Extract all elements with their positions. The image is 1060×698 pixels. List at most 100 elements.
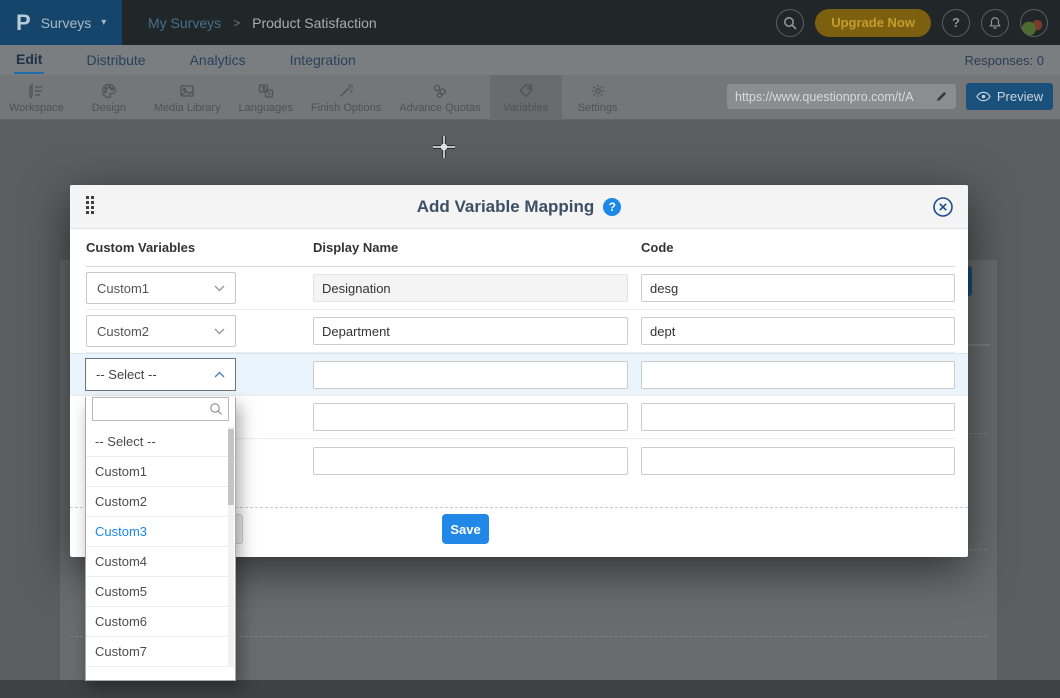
breadcrumb-separator-icon: > (233, 16, 240, 30)
toolbar-label: Variables (503, 102, 548, 114)
selected-value: Custom2 (97, 324, 149, 339)
survey-nav: Edit Distribute Analytics Integration Re… (0, 45, 1060, 75)
upgrade-now-button[interactable]: Upgrade Now (815, 9, 931, 37)
option-custom3[interactable]: Custom3 (86, 517, 235, 547)
toolbar-item-finish-options[interactable]: Finish Options (302, 75, 390, 120)
gear-icon (589, 82, 607, 100)
code-input-3[interactable] (641, 361, 955, 389)
display-name-input-5[interactable] (313, 447, 628, 475)
translate-icon: A (257, 82, 275, 100)
breadcrumb-my-surveys[interactable]: My Surveys (148, 15, 221, 31)
code-input-4[interactable] (641, 403, 955, 431)
close-icon[interactable] (932, 196, 954, 218)
toolbar-label: Settings (578, 102, 618, 114)
variable-select-1[interactable]: Custom1 (86, 272, 236, 304)
chevron-down-icon: ▾ (101, 17, 106, 28)
variable-select-3[interactable]: -- Select -- (85, 358, 236, 391)
display-name-input-3[interactable] (313, 361, 628, 389)
product-switcher[interactable]: P Surveys ▾ (0, 0, 122, 45)
dimmed-table-line (968, 344, 990, 346)
dropdown-search-box[interactable] (92, 397, 229, 421)
toolbar-label: Advance Quotas (399, 102, 480, 114)
breadcrumb-survey-name: Product Satisfaction (252, 15, 377, 31)
code-input-1[interactable] (641, 274, 955, 302)
code-input-5[interactable] (641, 447, 955, 475)
product-label: Surveys (41, 15, 92, 31)
notifications-button[interactable] (981, 9, 1009, 37)
search-icon (209, 402, 223, 416)
preview-label: Preview (997, 89, 1043, 104)
mapping-row-2: Custom2 (86, 310, 955, 353)
dropdown-search-input[interactable] (98, 402, 209, 416)
code-input-2[interactable] (641, 317, 955, 345)
top-bar-actions: Upgrade Now ? (776, 0, 1048, 45)
option-custom4[interactable]: Custom4 (86, 547, 235, 577)
col-code: Code (641, 240, 674, 255)
option-select[interactable]: -- Select -- (86, 427, 235, 457)
toolbar-item-workspace[interactable]: Workspace (0, 75, 73, 120)
option-custom2[interactable]: Custom2 (86, 487, 235, 517)
add-variable-mapping-modal: Add Variable Mapping ? Custom Variables … (70, 185, 968, 557)
toolbar-item-media-library[interactable]: Media Library (145, 75, 230, 120)
pencil-icon[interactable] (935, 90, 948, 103)
search-button[interactable] (776, 9, 804, 37)
save-button[interactable]: Save (442, 514, 489, 544)
selected-value: Custom1 (97, 281, 149, 296)
toolbar-item-settings[interactable]: Settings (562, 75, 634, 120)
modal-title: Add Variable Mapping (417, 197, 595, 217)
display-name-input-2[interactable] (313, 317, 628, 345)
chevron-up-icon (214, 371, 225, 378)
survey-url-field[interactable]: https://www.questionpro.com/t/A (727, 84, 956, 109)
palette-icon (100, 82, 118, 100)
toolbar-item-advance-quotas[interactable]: Advance Quotas (390, 75, 489, 120)
workspace-icon (27, 82, 45, 100)
variable-select-3-open: -- Select -- -- Select -- Custom1 Custom… (85, 358, 236, 681)
option-custom5[interactable]: Custom5 (86, 577, 235, 607)
breadcrumb: My Surveys > Product Satisfaction (148, 0, 377, 45)
questionpro-app: P Surveys ▾ My Surveys > Product Satisfa… (0, 0, 1060, 698)
toolbar-item-design[interactable]: Design (73, 75, 145, 120)
modal-header: Add Variable Mapping ? (70, 185, 968, 229)
scrollbar-thumb[interactable] (228, 429, 234, 505)
chain-links-icon (431, 82, 449, 100)
top-bar: P Surveys ▾ My Surveys > Product Satisfa… (0, 0, 1060, 45)
drag-handle-icon[interactable] (86, 196, 94, 214)
col-display-name: Display Name (313, 240, 398, 255)
selected-value: -- Select -- (96, 367, 157, 382)
tab-integration[interactable]: Integration (288, 48, 358, 73)
user-avatar[interactable] (1020, 9, 1048, 37)
help-button[interactable]: ? (942, 9, 970, 37)
variable-select-2[interactable]: Custom2 (86, 315, 236, 347)
search-icon (783, 16, 797, 30)
toolbar-item-languages[interactable]: A Languages (229, 75, 301, 120)
option-custom7[interactable]: Custom7 (86, 637, 235, 667)
questionpro-logo: P (16, 10, 31, 36)
modal-help-icon[interactable]: ? (603, 198, 621, 216)
toolbar-item-variables[interactable]: Variables (490, 75, 562, 120)
display-name-input-1[interactable] (313, 274, 628, 302)
column-headers: Custom Variables Display Name Code (86, 229, 955, 267)
toolbar-label: Media Library (154, 102, 221, 114)
mapping-row-1: Custom1 (86, 267, 955, 310)
dropdown-scrollbar[interactable] (228, 427, 234, 667)
chevron-down-icon (214, 328, 225, 335)
dropdown-options: -- Select -- Custom1 Custom2 Custom3 Cus… (86, 427, 235, 667)
magic-wand-icon (337, 82, 355, 100)
toolbar-label: Workspace (9, 102, 64, 114)
svg-text:A: A (267, 91, 271, 97)
toolbar-label: Design (92, 102, 126, 114)
toolbar-label: Finish Options (311, 102, 381, 114)
preview-button[interactable]: Preview (966, 83, 1053, 110)
toolbar-label: Languages (238, 102, 292, 114)
tab-analytics[interactable]: Analytics (188, 48, 248, 73)
option-custom6[interactable]: Custom6 (86, 607, 235, 637)
display-name-input-4[interactable] (313, 403, 628, 431)
page-lower-area (0, 680, 1060, 698)
eye-icon (976, 91, 991, 102)
responses-count: Responses: 0 (965, 45, 1045, 75)
tab-edit[interactable]: Edit (14, 47, 44, 74)
tab-distribute[interactable]: Distribute (84, 48, 147, 73)
option-custom1[interactable]: Custom1 (86, 457, 235, 487)
chevron-down-icon (214, 285, 225, 292)
survey-url-text: https://www.questionpro.com/t/A (735, 90, 931, 104)
